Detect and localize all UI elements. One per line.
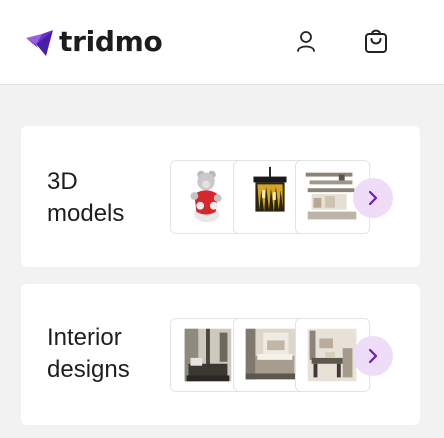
section-3d-models[interactable]: 3D models [21,126,420,267]
shopping-bag-icon [365,29,387,53]
section-title-line: designs [47,356,130,383]
section-title-line: models [47,200,125,227]
shopping-cart-button[interactable] [362,27,390,55]
section-title: 3D models [47,166,177,230]
next-interiors-button[interactable] [353,336,393,376]
user-account-button[interactable] [292,27,320,55]
section-title: Interior designs [47,322,177,386]
logo-mark-icon [26,30,53,56]
chevron-right-icon [368,348,378,364]
brand-logo[interactable]: tridmo [24,25,163,58]
brand-name: tridmo [59,25,163,58]
section-title-line: 3D [47,168,78,195]
user-icon [297,31,315,52]
chevron-right-icon [368,190,378,206]
section-title-line: Interior [47,324,122,351]
section-interior-designs[interactable]: Interior designs [21,284,420,425]
site-header: tridmo [0,0,444,85]
next-models-button[interactable] [353,178,393,218]
